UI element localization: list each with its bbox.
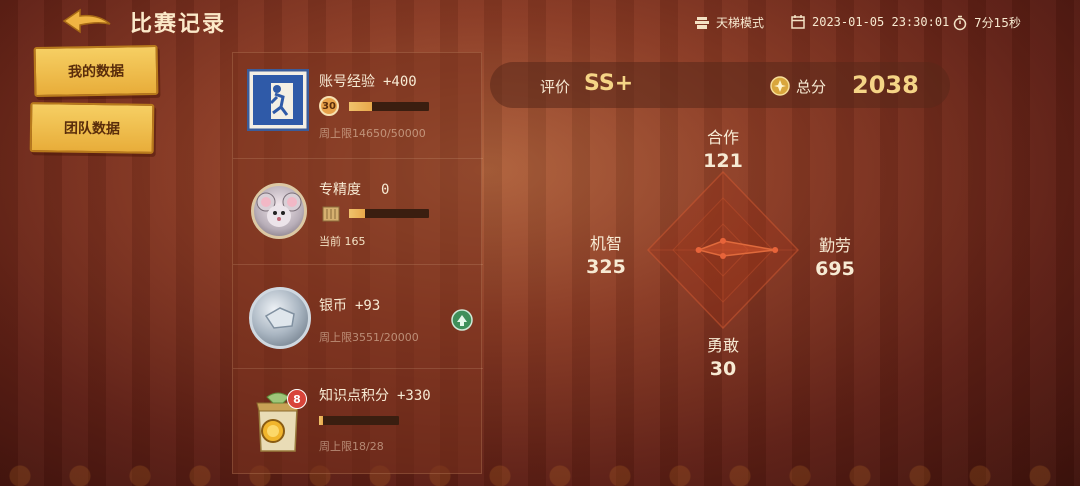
mastery-row: 专精度 0 当前 165 [233,159,483,265]
silver-coin-emblem-icon [264,307,295,329]
radar-label-wit: 机智 325 [566,230,646,278]
cooperation-label: 合作 [706,128,739,147]
knowledge-limit: 周上限18/28 [319,440,384,453]
floor-ornaments [0,446,1080,486]
silver-row: 银币 +93 周上限3551/20000 [233,265,483,369]
account-exp-label: 账号经验 [319,74,375,90]
stopwatch-icon [953,15,967,30]
mastery-title: 专精度 0 [319,179,389,199]
radar-label-cooperation: 合作 121 [683,124,763,172]
game-mode-label: 天梯模式 [716,16,765,30]
header: 比赛记录 天梯模式 2023-01-05 23:30:01 7分15秒 [0,0,1080,46]
radar-point-diligence [772,247,779,253]
mastery-rank-icon [322,206,340,222]
account-exp-bar [349,102,429,111]
game-mode: 天梯模式 [694,14,764,31]
knowledge-value: +330 [397,388,431,404]
silver-coin-icon [249,287,311,349]
mouse-avatar [251,183,307,239]
total-score-label: 总分 [796,78,827,96]
account-exp-bar-fill [349,102,373,111]
knowledge-row: 8 知识点积分 +330 周上限18/28 [233,369,483,475]
rewards-panel: 账号经验 +400 30 周上限14650/50000 专精度 0 当前 165… [232,52,483,475]
knowledge-count-badge: 8 [287,389,307,409]
bravery-value: 30 [709,358,737,380]
score-summary: 评价 SS+ 总分 2038 [490,62,950,108]
mastery-current: 当前 165 [319,235,366,248]
radar-chart [646,170,800,330]
back-arrow-icon[interactable] [62,8,112,34]
radar-point-cooperation [720,237,726,244]
knowledge-label: 知识点积分 [319,388,389,404]
boost-up-icon[interactable] [451,309,473,331]
rating-value: SS+ [584,71,634,96]
bravery-label: 勇敢 [706,336,739,355]
wit-value: 325 [586,256,626,278]
wit-label: 机智 [589,234,622,253]
mastery-value: 0 [381,182,390,198]
mastery-bar [349,209,429,218]
account-exp-value: +400 [383,74,417,90]
knowledge-title: 知识点积分 +330 [319,385,431,405]
datetime-text: 2023-01-05 23:30:01 [812,15,950,29]
team-data-button[interactable]: 团队数据 [29,102,155,154]
match-datetime: 2023-01-05 23:30:01 [790,14,949,30]
silver-title: 银币 +93 [319,295,380,315]
radar-label-diligence: 勤劳 695 [795,232,875,280]
radar-point-wit [695,247,702,253]
account-exp-title: 账号经验 +400 [319,71,417,91]
mastery-bar-fill [349,209,365,218]
diligence-label: 勤劳 [818,236,851,255]
cooperation-value: 121 [703,150,743,172]
radar-label-bravery: 勇敢 30 [683,332,763,380]
total-score-icon [770,76,790,96]
duration-text: 7分15秒 [974,16,1021,30]
radar-point-bravery [720,253,726,259]
diligence-value: 695 [815,258,855,280]
mouse-face-icon [256,192,302,227]
mastery-label: 专精度 [319,182,361,198]
calendar-icon [791,15,805,29]
ladder-mode-icon [695,16,709,29]
knowledge-bar [319,416,399,425]
silver-label: 银币 [319,298,347,314]
my-data-button[interactable]: 我的数据 [33,44,159,98]
silver-value: +93 [355,298,381,314]
knowledge-bar-fill [319,416,323,425]
level-badge: 30 [319,96,339,116]
silver-limit: 周上限3551/20000 [319,331,419,344]
total-score-value: 2038 [852,71,919,99]
exit-door-icon [247,69,309,131]
page-title: 比赛记录 [130,12,227,37]
account-exp-row: 账号经验 +400 30 周上限14650/50000 [233,53,483,159]
match-duration: 7分15秒 [952,14,1021,31]
account-exp-limit: 周上限14650/50000 [319,127,426,140]
rating-label: 评价 [540,78,571,96]
